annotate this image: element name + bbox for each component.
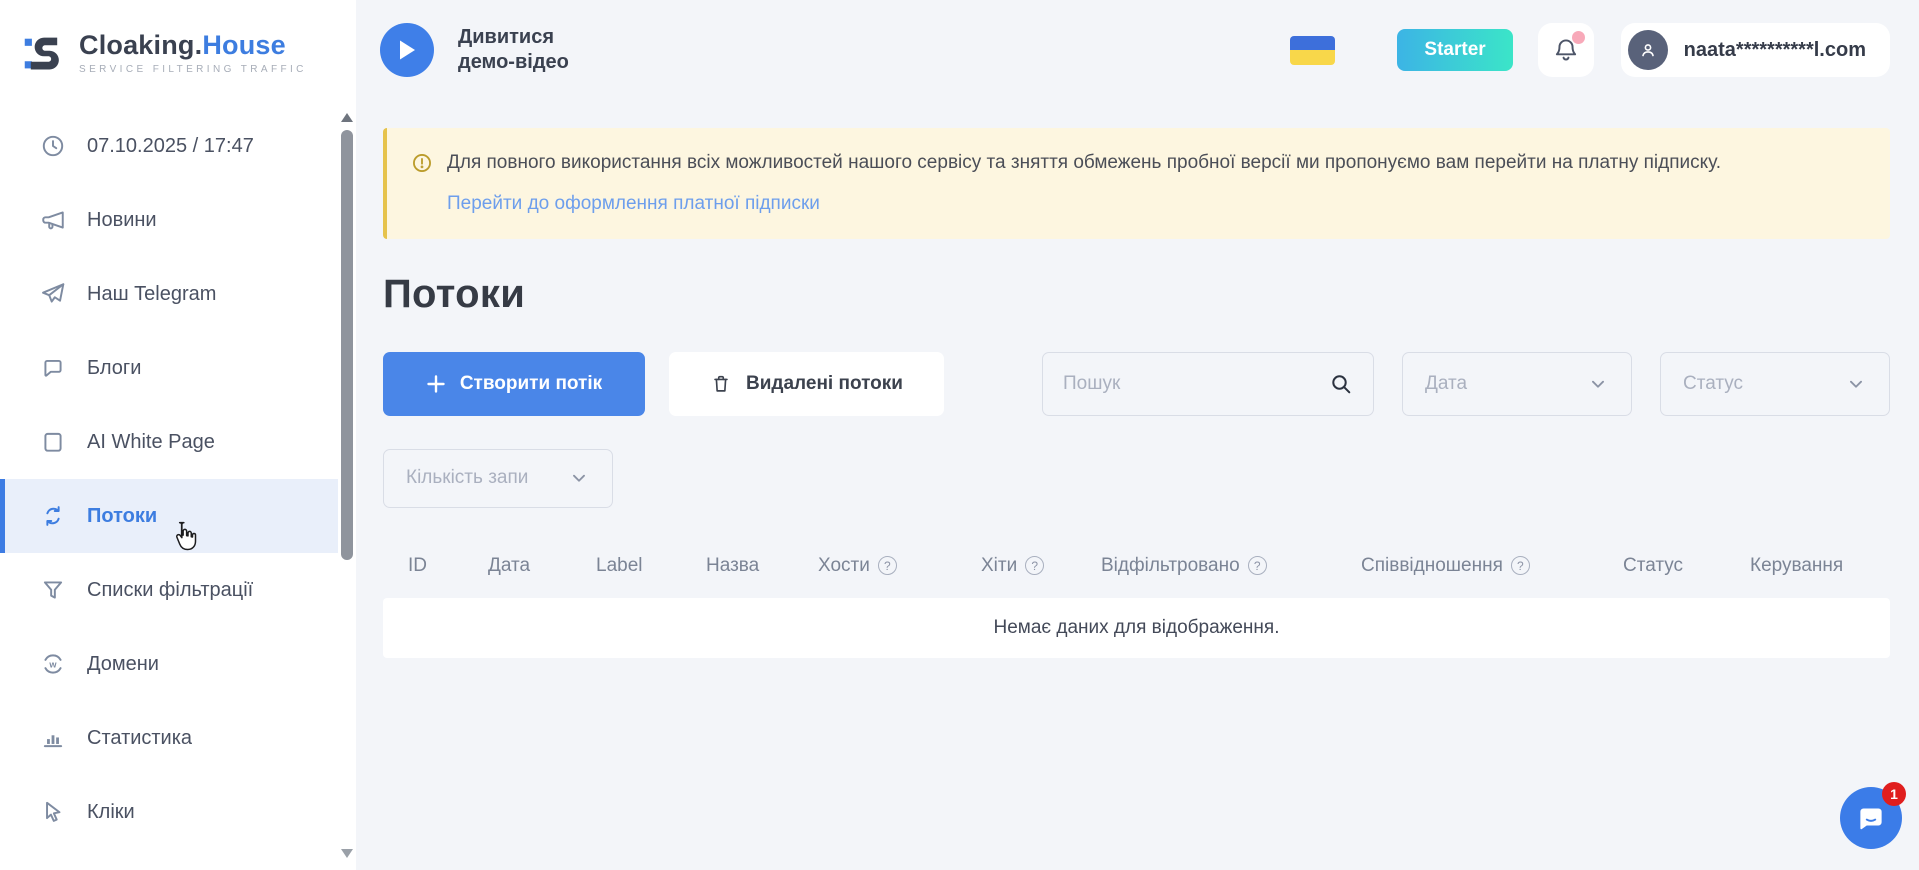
brand-tagline: SERVICE FILTERING TRAFFIC (79, 64, 307, 75)
chevron-down-icon (1587, 373, 1609, 395)
column-header-date: Дата (488, 555, 596, 577)
banner-text: Для повного використання всіх можливосте… (447, 150, 1721, 177)
sidebar-item-label: Домени (87, 653, 159, 676)
empty-state-text: Немає даних для відображення. (994, 617, 1280, 639)
chat-icon (40, 355, 66, 381)
chevron-down-icon (1845, 373, 1867, 395)
sidebar-item-ai-white-page[interactable]: AI White Page (0, 405, 338, 479)
scroll-up-arrow-icon[interactable] (341, 113, 353, 122)
chat-launcher-button[interactable]: 1 (1840, 787, 1902, 849)
sidebar-item-blogs[interactable]: Блоги (0, 331, 338, 405)
sidebar-item-filter-lists[interactable]: Списки фільтрації (0, 553, 338, 627)
main-area: Дивитися демо-відео Starter naata*******… (356, 0, 1919, 870)
table-header-row: IDДатаLabelНазваХости?Хіти?Відфільтрован… (383, 555, 1890, 577)
plan-badge[interactable]: Starter (1397, 29, 1512, 71)
funnel-icon (40, 577, 66, 603)
sidebar-item-label: AI White Page (87, 431, 215, 454)
chart-icon (40, 725, 66, 751)
account-email: naata**********l.com (1684, 39, 1866, 62)
chevron-down-icon (568, 467, 590, 489)
sidebar-item-clicks[interactable]: Кліки (0, 775, 338, 849)
sidebar-item-label: 07.10.2025 / 17:47 (87, 135, 254, 158)
scrollbar-thumb[interactable] (341, 130, 353, 560)
scroll-down-arrow-icon[interactable] (341, 849, 353, 858)
search-box (1042, 352, 1374, 416)
demo-video-label[interactable]: Дивитися демо-відео (458, 25, 569, 75)
sidebar: Cloaking.House SERVICE FILTERING TRAFFIC… (0, 0, 356, 870)
clock-icon (40, 133, 66, 159)
notification-dot (1572, 31, 1585, 44)
page-icon (40, 429, 66, 455)
sidebar-scrollbar[interactable] (340, 0, 354, 870)
warning-icon (411, 152, 433, 174)
sidebar-item-datetime[interactable]: 07.10.2025 / 17:47 (0, 109, 338, 183)
sidebar-item-news[interactable]: Новини (0, 183, 338, 257)
sidebar-item-label: Блоги (87, 357, 141, 380)
send-icon (40, 281, 66, 307)
records-count-select[interactable]: Кількість запи (383, 449, 613, 508)
loop-icon (40, 503, 66, 529)
trash-icon (710, 373, 732, 395)
column-header-status: Статус (1623, 555, 1750, 577)
sidebar-menu: 07.10.2025 / 17:47 Новини Наш Telegram Блог… (0, 109, 338, 849)
column-header-name: Назва (706, 555, 818, 577)
sidebar-item-label: Наш Telegram (87, 283, 216, 306)
sidebar-item-label: Новини (87, 209, 157, 232)
chat-unread-badge: 1 (1882, 782, 1906, 806)
brand-logo[interactable]: Cloaking.House SERVICE FILTERING TRAFFIC (0, 0, 356, 75)
trial-warning-banner: Для повного використання всіх можливосте… (383, 128, 1890, 239)
help-icon[interactable]: ? (878, 556, 897, 575)
sidebar-item-domains[interactable]: w Домени (0, 627, 338, 701)
page-title: Потоки (383, 272, 1890, 317)
date-filter-select[interactable]: Дата (1402, 352, 1632, 416)
upgrade-subscription-link[interactable]: Перейти до оформлення платної підписки (447, 193, 820, 215)
sidebar-item-label: Кліки (87, 801, 135, 824)
column-header-label: Label (596, 555, 706, 577)
table-empty-state: Немає даних для відображення. (383, 598, 1890, 658)
controls-row: Створити потік Видалені потоки Дата Стат (383, 352, 1890, 416)
content: Потоки Створити потік Видалені потоки Да… (356, 272, 1919, 658)
column-header-ratio: Співвідношення? (1361, 555, 1623, 577)
brand-logo-icon (22, 31, 66, 75)
account-menu[interactable]: naata**********l.com (1621, 23, 1890, 77)
brand-name: Cloaking.House (79, 30, 307, 61)
globe-w-icon: w (40, 651, 66, 677)
sidebar-item-label: Статистика (87, 727, 192, 750)
sidebar-item-streams[interactable]: Потоки (0, 479, 338, 553)
svg-text:w: w (48, 659, 57, 669)
megaphone-icon (40, 207, 66, 233)
search-icon[interactable] (1329, 372, 1353, 396)
help-icon[interactable]: ? (1248, 556, 1267, 575)
cursor-icon (40, 799, 66, 825)
sidebar-item-label: Потоки (87, 505, 157, 528)
sidebar-item-telegram[interactable]: Наш Telegram (0, 257, 338, 331)
topbar: Дивитися демо-відео Starter naata*******… (356, 0, 1919, 100)
chat-bubble-icon (1854, 801, 1888, 835)
help-icon[interactable]: ? (1025, 556, 1044, 575)
column-header-hosts: Хости? (818, 555, 981, 577)
sidebar-item-statistics[interactable]: Статистика (0, 701, 338, 775)
column-header-filtered: Відфільтровано? (1101, 555, 1361, 577)
column-header-manage: Керування (1750, 555, 1890, 577)
status-filter-select[interactable]: Статус (1660, 352, 1890, 416)
deleted-streams-button[interactable]: Видалені потоки (669, 352, 944, 416)
avatar (1628, 30, 1668, 70)
help-icon[interactable]: ? (1511, 556, 1530, 575)
demo-video-play-button[interactable] (380, 23, 434, 77)
column-header-hits: Хіти? (981, 555, 1101, 577)
create-stream-button[interactable]: Створити потік (383, 352, 645, 416)
plus-icon (426, 374, 446, 394)
notifications-button[interactable] (1538, 23, 1594, 77)
play-icon (397, 39, 417, 61)
column-header-id: ID (408, 555, 488, 577)
person-icon (1636, 38, 1660, 62)
search-input[interactable] (1063, 373, 1329, 395)
language-flag-ukraine[interactable] (1290, 36, 1335, 65)
sidebar-item-label: Списки фільтрації (87, 579, 253, 602)
records-count-row: Кількість запи (383, 449, 1890, 508)
